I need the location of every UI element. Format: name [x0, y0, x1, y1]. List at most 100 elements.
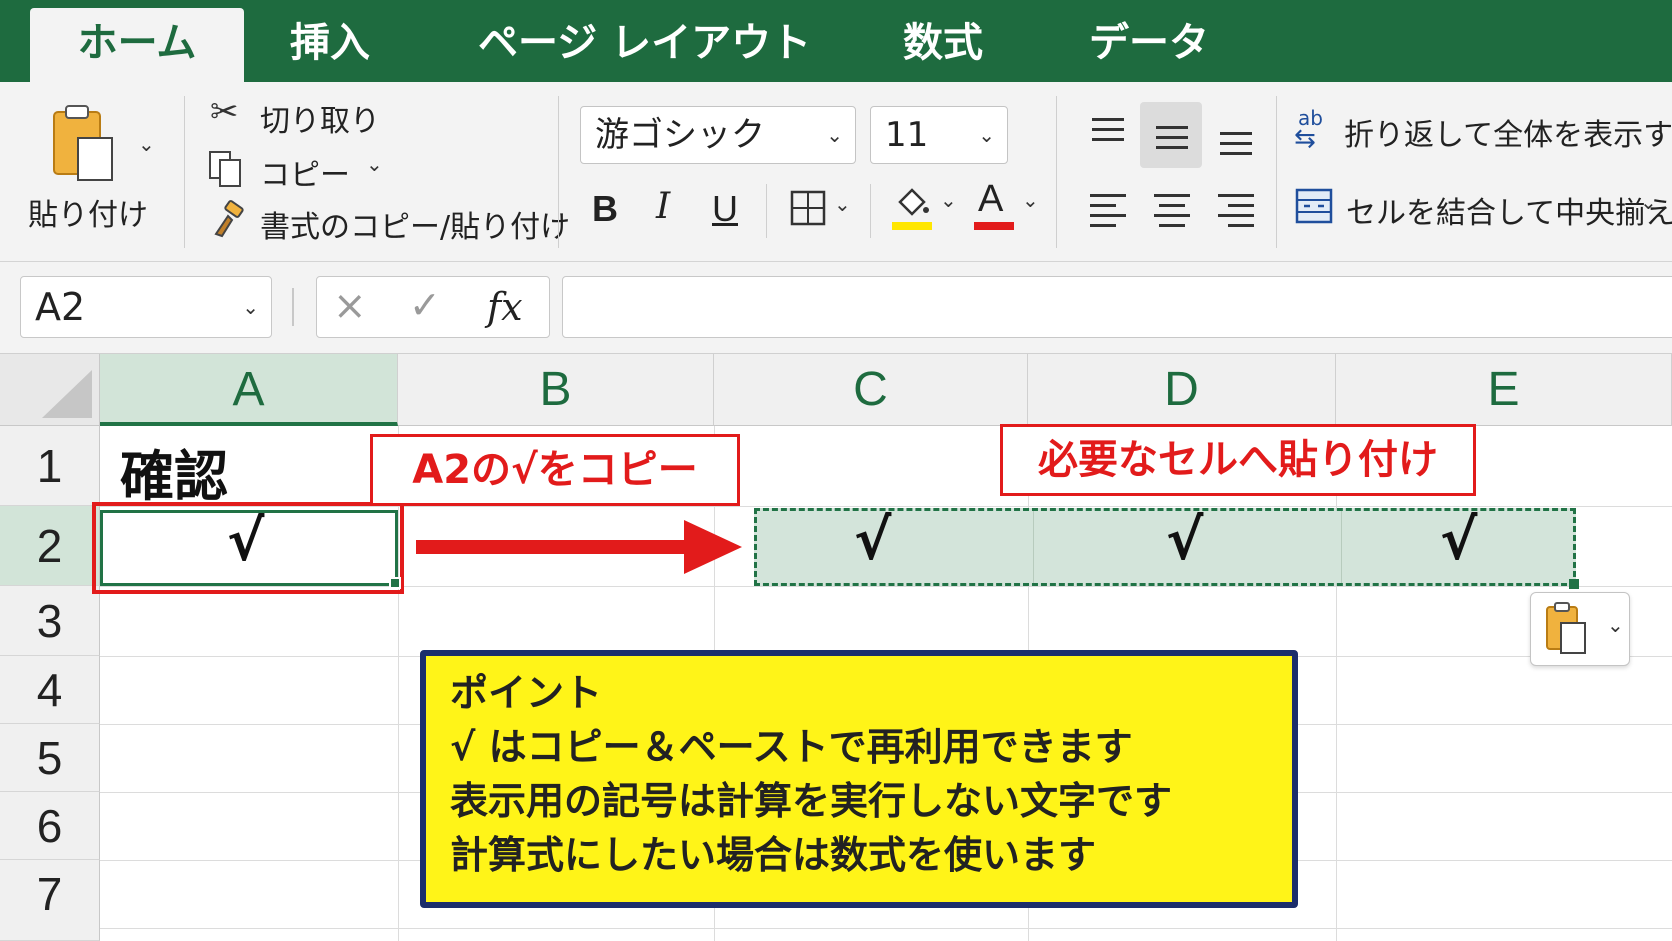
cell-divider — [1341, 511, 1342, 583]
align-center-button[interactable] — [1140, 176, 1202, 242]
align-top-button[interactable] — [1076, 102, 1138, 168]
point-line-2: 表示用の記号は計算を実行しない文字です — [450, 779, 1173, 823]
font-color-glyph: A — [978, 178, 1004, 220]
formula-input[interactable] — [562, 276, 1672, 338]
row-header-4[interactable]: 4 — [0, 656, 100, 724]
wrap-arrow-icon: ⇆ — [1294, 124, 1316, 154]
row-header-6[interactable]: 6 — [0, 792, 100, 860]
paste-options-button[interactable]: ⌄ — [1530, 592, 1630, 666]
row-header-7[interactable]: 7 — [0, 860, 100, 941]
fill-handle[interactable] — [389, 577, 401, 589]
paste-button[interactable]: ⌄ 貼り付け — [22, 94, 162, 234]
formula-buttons: × ✓ fx — [316, 276, 550, 338]
tab-insert[interactable]: 挿入 — [268, 8, 392, 82]
formula-divider — [292, 288, 294, 326]
chevron-down-icon: ⌄ — [1022, 188, 1039, 212]
cell-divider — [1033, 511, 1034, 583]
fill-color-icon — [892, 188, 932, 230]
fill-handle[interactable] — [1569, 579, 1579, 589]
paste-callout: 必要なセルへ貼り付け — [1000, 424, 1476, 496]
point-note-box: ポイント √ はコピー＆ペーストで再利用できます 表示用の記号は計算を実行しない… — [420, 650, 1298, 908]
row-header-3[interactable]: 3 — [0, 586, 100, 656]
ribbon: ⌄ 貼り付け ✂ 切り取り コピー ⌄ 書式のコピー/貼り付け 游ゴシック ⌄ … — [0, 82, 1672, 262]
select-all-corner[interactable] — [0, 354, 100, 426]
row-header-1[interactable]: 1 — [0, 426, 100, 506]
name-box[interactable]: A2 ⌄ — [20, 276, 272, 338]
copy-dropdown-chevron-icon[interactable]: ⌄ — [366, 152, 383, 176]
merge-center-icon — [1295, 188, 1333, 224]
point-line-1: √ はコピー＆ペーストで再利用できます — [450, 725, 1133, 769]
merge-center-button[interactable]: セルを結合して中央揃え ⌄ — [1294, 182, 1672, 232]
column-header-e[interactable]: E — [1336, 354, 1672, 426]
align-left-button[interactable] — [1076, 176, 1138, 242]
borders-icon — [790, 190, 826, 226]
tab-page-layout[interactable]: ページ レイアウト — [478, 8, 811, 82]
chevron-down-icon: ⌄ — [940, 188, 957, 212]
font-name-value: 游ゴシック — [595, 115, 765, 155]
bold-button[interactable]: B — [592, 188, 618, 230]
copy-callout: A2の√をコピー — [370, 434, 740, 506]
cell-d2[interactable]: √ — [1166, 508, 1203, 573]
underline-button[interactable]: U — [712, 188, 738, 230]
chevron-down-icon: ⌄ — [826, 123, 843, 147]
chevron-down-icon[interactable]: ⌄ — [1640, 190, 1657, 214]
fill-color-button[interactable]: ⌄ — [890, 182, 962, 234]
paste-label: 貼り付け — [28, 198, 148, 233]
wrap-text-button[interactable]: ab ⇆ 折り返して全体を表示する — [1294, 106, 1672, 156]
formula-bar: A2 ⌄ × ✓ fx — [0, 262, 1672, 354]
copy-icon — [209, 151, 241, 187]
column-header-c[interactable]: C — [714, 354, 1028, 426]
chevron-down-icon: ⌄ — [242, 295, 259, 319]
copy-button[interactable]: コピー ⌄ — [206, 146, 396, 193]
cell-e2[interactable]: √ — [1440, 508, 1477, 573]
scissors-icon: ✂ — [210, 92, 239, 132]
font-size-select[interactable]: 11 ⌄ — [870, 106, 1008, 164]
align-bottom-button[interactable] — [1204, 102, 1266, 168]
cut-label: 切り取り — [260, 104, 380, 139]
copy-label: コピー — [260, 158, 350, 193]
font-color-swatch — [974, 222, 1014, 230]
font-color-button[interactable]: A ⌄ — [972, 178, 1044, 234]
tab-home[interactable]: ホーム — [30, 8, 244, 82]
format-painter-icon — [214, 200, 244, 238]
font-name-select[interactable]: 游ゴシック ⌄ — [580, 106, 856, 164]
select-all-triangle-icon — [42, 370, 92, 418]
name-box-value: A2 — [35, 285, 86, 329]
cell-c2[interactable]: √ — [854, 508, 891, 573]
enter-check-icon[interactable]: ✓ — [409, 283, 441, 327]
group-divider — [558, 96, 559, 248]
chevron-down-icon: ⌄ — [978, 123, 995, 147]
group-divider — [1276, 96, 1277, 248]
column-header-d[interactable]: D — [1028, 354, 1336, 426]
italic-button[interactable]: I — [656, 186, 670, 227]
merge-center-label: セルを結合して中央揃え — [1346, 196, 1672, 231]
align-middle-button[interactable] — [1140, 102, 1202, 168]
column-header-a[interactable]: A — [100, 354, 398, 426]
ribbon-tab-bar: ホーム 挿入 ページ レイアウト 数式 データ — [0, 0, 1672, 82]
chevron-down-icon: ⌄ — [834, 192, 851, 216]
tab-formulas[interactable]: 数式 — [892, 8, 994, 82]
group-divider — [184, 96, 185, 248]
point-line-3: 計算式にしたい場合は数式を使います — [450, 833, 1097, 877]
borders-button[interactable]: ⌄ — [788, 188, 858, 232]
copy-arrow — [416, 520, 742, 574]
row-header-5[interactable]: 5 — [0, 724, 100, 792]
tab-data[interactable]: データ — [1082, 8, 1216, 82]
row-header-2[interactable]: 2 — [0, 506, 100, 586]
cut-button[interactable]: ✂ 切り取り — [206, 92, 386, 139]
cell-a1[interactable]: 確認 — [120, 432, 228, 511]
point-title: ポイント — [450, 671, 603, 715]
wrap-text-label: 折り返して全体を表示する — [1344, 118, 1672, 153]
cell-a2[interactable]: √ — [100, 509, 401, 589]
column-header-b[interactable]: B — [398, 354, 714, 426]
group-divider — [870, 184, 871, 238]
group-divider — [766, 184, 767, 238]
align-right-button[interactable] — [1204, 176, 1266, 242]
insert-function-icon[interactable]: fx — [487, 285, 523, 329]
gridline — [100, 928, 1672, 929]
font-size-value: 11 — [885, 115, 929, 155]
format-painter-button[interactable]: 書式のコピー/貼り付け — [206, 198, 570, 245]
cancel-icon[interactable]: × — [333, 283, 367, 329]
paste-dropdown-chevron-icon[interactable]: ⌄ — [138, 132, 155, 156]
clipboard-icon — [53, 105, 113, 181]
